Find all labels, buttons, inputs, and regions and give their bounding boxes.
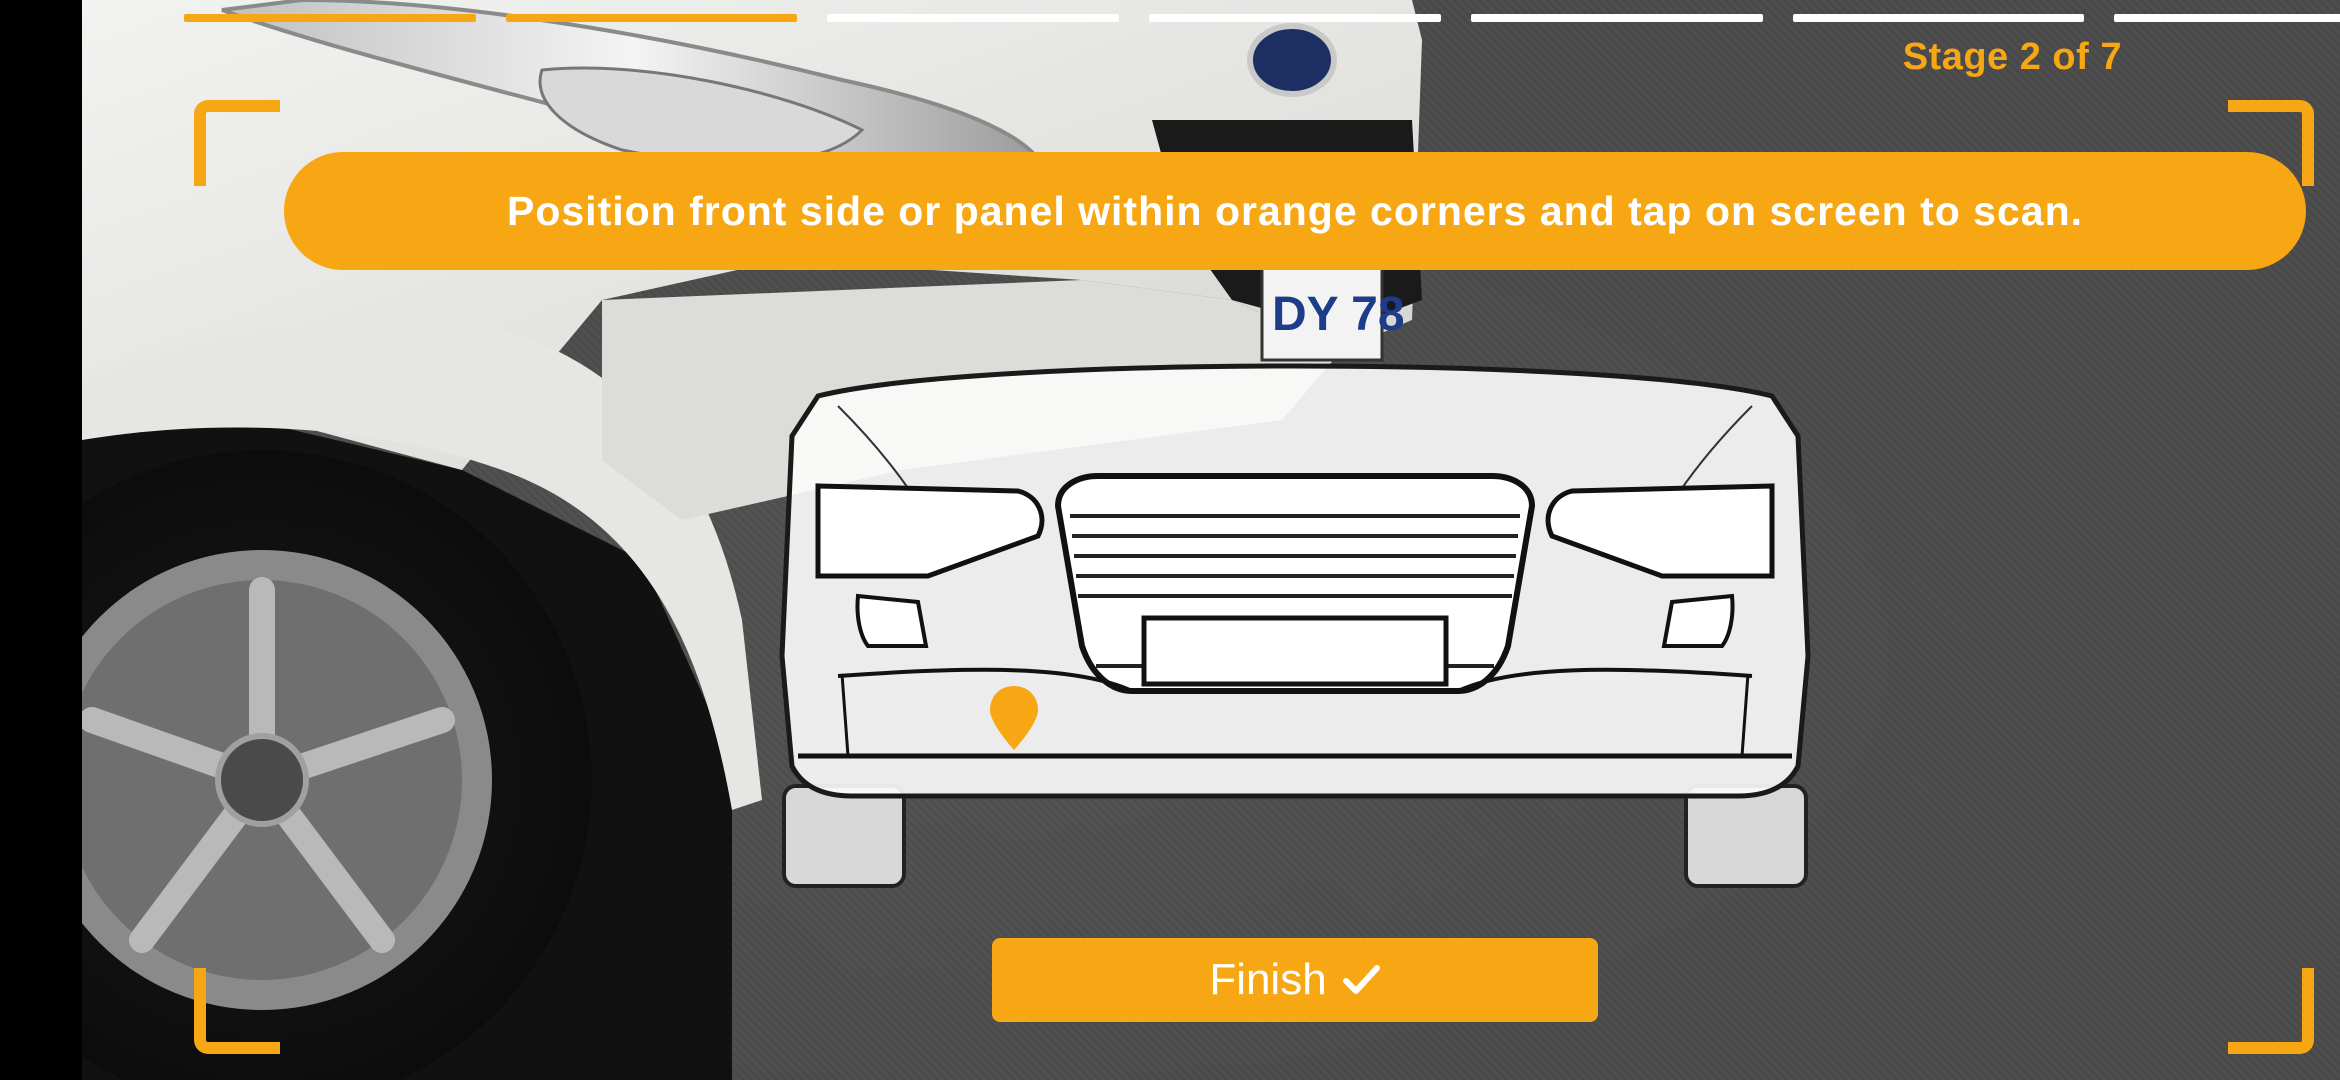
- plate-text: DY 78: [1272, 288, 1405, 341]
- finish-button-label: Finish: [1209, 955, 1327, 1004]
- progress-segment-7: [2114, 14, 2340, 22]
- checkmark-icon: [1342, 965, 1380, 994]
- scan-corner-bottom-left: [194, 968, 280, 1054]
- progress-segment-4: [1149, 14, 1441, 22]
- scan-screen: DY 78 Stage 2 of 7 Position front side o…: [0, 0, 2340, 1080]
- stage-label: Stage 2 of 7: [1902, 36, 2122, 78]
- progress-segment-2: [505, 14, 798, 22]
- scan-instruction-banner: Position front side or panel within oran…: [284, 152, 2306, 270]
- scan-corner-bottom-right: [2228, 968, 2314, 1054]
- stage-progress-bar: [184, 14, 2340, 22]
- scan-corner-top-left: [194, 100, 280, 186]
- status-bar-area: [0, 0, 82, 1080]
- progress-segment-5: [1470, 14, 1763, 22]
- progress-segment-6: [1792, 14, 2085, 22]
- finish-button[interactable]: Finish: [992, 938, 1598, 1022]
- front-panel-guide-overlay: [779, 363, 1811, 888]
- camera-viewfinder[interactable]: DY 78 Stage 2 of 7 Position front side o…: [82, 0, 2340, 1080]
- progress-segment-1: [184, 14, 476, 22]
- progress-segment-3: [827, 14, 1120, 22]
